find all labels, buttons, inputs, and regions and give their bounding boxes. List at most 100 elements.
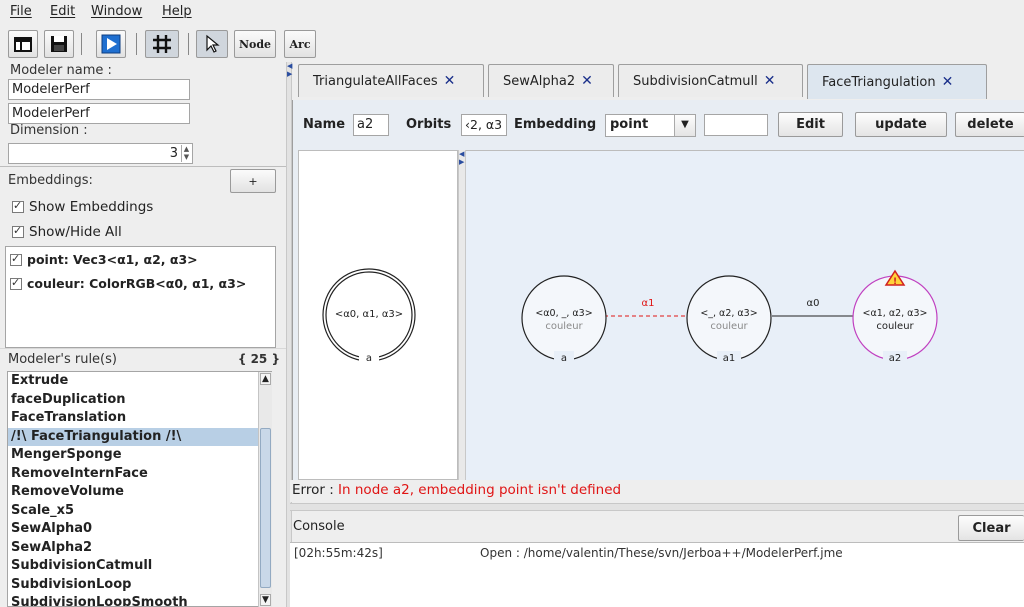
rules-list: Extrude faceDuplication FaceTranslation … — [7, 371, 272, 607]
close-icon[interactable]: ✕ — [444, 73, 456, 89]
add-embedding-button[interactable]: + — [230, 169, 276, 193]
spinner-arrows-icon[interactable]: ▲ ▼ — [181, 145, 191, 162]
edit-button[interactable]: Edit — [778, 112, 843, 137]
console-message: Open : /home/valentin/These/svn/Jerboa++… — [480, 546, 843, 560]
dimension-value: 3 — [169, 146, 178, 161]
rule-item[interactable]: SubdivisionCatmull — [8, 557, 260, 576]
tab-triangulateallfaces[interactable]: TriangulateAllFaces ✕ — [298, 64, 484, 97]
orbits-input[interactable]: ‹2, α3 — [461, 114, 507, 136]
rule-item-selected[interactable]: /!\ FaceTriangulation /!\ — [8, 427, 260, 446]
grid-toggle-button[interactable] — [145, 30, 179, 58]
menu-window[interactable]: Window — [91, 4, 142, 19]
new-window-button[interactable] — [8, 30, 38, 58]
scroll-thumb[interactable] — [260, 428, 271, 588]
left-panel: Modeler name : ModelerPerf ModelerPerf D… — [0, 62, 286, 607]
tab-sewalpha2[interactable]: SewAlpha2 ✕ — [488, 64, 614, 97]
node-orbit-label: <_, α2, α3> — [700, 308, 757, 319]
dimension-spinner[interactable]: 3 ▲ ▼ — [8, 143, 193, 164]
graph-node-a2[interactable]: <α1, α2, α3> couleur a2 ! — [852, 269, 938, 365]
embedding-expression-input[interactable] — [704, 114, 768, 136]
tab-subdivisioncatmull[interactable]: SubdivisionCatmull ✕ — [618, 64, 803, 97]
show-hide-all-checkbox[interactable]: Show/Hide All — [12, 224, 122, 240]
node-name-input[interactable]: a2 — [353, 114, 389, 136]
graph-node-left[interactable]: <α0, α1, α3> a — [322, 268, 416, 364]
embedding-item-point[interactable]: point: Vec3<α1, α2, α3> — [10, 252, 198, 267]
embedding-select[interactable]: point ▼ — [605, 114, 696, 137]
arc-alpha0[interactable]: α0 — [772, 298, 853, 317]
embedding-label: couleur: ColorRGB<α0, α1, α3> — [27, 276, 247, 291]
menu-edit[interactable]: Edit — [50, 4, 75, 19]
scroll-down-icon[interactable]: ▼ — [260, 594, 271, 606]
rule-item[interactable]: SubdivisionLoop — [8, 576, 260, 595]
module-name-input[interactable]: ModelerPerf — [8, 103, 190, 124]
menu-file[interactable]: File — [10, 4, 32, 19]
rule-item[interactable]: Scale_x5 — [8, 502, 260, 521]
close-icon[interactable]: ✕ — [942, 74, 954, 90]
divider — [0, 166, 286, 167]
graph-node-a[interactable]: <α0, _, α3> couleur a — [521, 275, 607, 365]
rule-item[interactable]: MengerSponge — [8, 446, 260, 465]
console-timestamp: [02h:55m:42s] — [294, 546, 383, 560]
node-embedding-label: couleur — [710, 321, 748, 332]
rules-label: Modeler's rule(s) — [8, 352, 117, 367]
close-icon[interactable]: ✕ — [764, 73, 776, 89]
embeddings-label: Embeddings: — [8, 173, 93, 188]
rule-item[interactable]: FaceTranslation — [8, 409, 260, 428]
node-tool-button[interactable]: Node — [234, 30, 276, 58]
rules-scrollbar[interactable]: ▲ ▼ — [258, 372, 272, 607]
delete-button[interactable]: delete — [955, 112, 1024, 137]
graph-node-a1[interactable]: <_, α2, α3> couleur a1 — [686, 275, 772, 365]
collapse-arrows-icon[interactable]: ◀ ▶ — [459, 150, 464, 166]
save-icon — [51, 36, 67, 52]
right-graph-canvas[interactable]: α1 α0 <α0, _, α3> couleur a <_, α2, α3> … — [466, 150, 1024, 480]
scroll-up-icon[interactable]: ▲ — [260, 373, 271, 385]
toolbar: Node Arc — [0, 28, 1024, 60]
toolbar-separator — [136, 33, 137, 55]
console-output: [02h:55m:42s] Open : /home/valentin/Thes… — [290, 542, 1024, 607]
embedding-item-couleur[interactable]: couleur: ColorRGB<α0, α1, α3> — [10, 276, 246, 291]
show-hide-all-label: Show/Hide All — [29, 224, 122, 240]
tab-label: SewAlpha2 — [503, 73, 576, 89]
node-orbit-label: <α0, _, α3> — [535, 308, 592, 319]
update-button[interactable]: update — [855, 112, 947, 137]
error-prefix: Error : — [292, 482, 339, 498]
rule-item[interactable]: Extrude — [8, 372, 260, 391]
toolbar-separator — [188, 33, 189, 55]
rule-item[interactable]: faceDuplication — [8, 391, 260, 410]
pointer-tool-button[interactable] — [196, 30, 228, 58]
arc-label: α1 — [642, 298, 655, 309]
rules-header: Modeler's rule(s) { 25 } — [6, 349, 280, 371]
pointer-icon — [206, 34, 220, 53]
console-splitter[interactable] — [290, 503, 1024, 511]
right-graph: α1 α0 <α0, _, α3> couleur a <_, α2, α3> … — [521, 269, 938, 365]
modeler-name-input[interactable]: ModelerPerf — [8, 79, 190, 100]
rule-item[interactable]: RemoveInternFace — [8, 465, 260, 484]
arc-tool-button[interactable]: Arc — [284, 30, 316, 58]
node-orbit-label: <α0, α1, α3> — [335, 309, 403, 320]
clear-button[interactable]: Clear — [958, 515, 1024, 541]
rule-item[interactable]: RemoveVolume — [8, 483, 260, 502]
show-embeddings-checkbox[interactable]: Show Embeddings — [12, 199, 153, 215]
grid-icon — [153, 35, 171, 53]
menu-bar: File Edit Window Help — [0, 0, 1024, 26]
chevron-down-icon[interactable]: ▼ — [674, 115, 695, 136]
left-graph-canvas[interactable]: <α0, α1, α3> a — [298, 150, 458, 480]
name-label: Name — [303, 117, 346, 132]
tab-facetriangulation[interactable]: FaceTriangulation ✕ — [807, 64, 987, 99]
toolbar-separator — [81, 33, 82, 55]
run-icon — [101, 34, 121, 54]
run-button[interactable] — [96, 30, 126, 58]
save-button[interactable] — [44, 30, 74, 58]
menu-help[interactable]: Help — [162, 4, 192, 19]
embeddings-list: point: Vec3<α1, α2, α3> couleur: ColorRG… — [5, 246, 276, 348]
close-icon[interactable]: ✕ — [581, 73, 593, 89]
tab-label: SubdivisionCatmull — [633, 73, 758, 89]
graph-splitter[interactable]: ◀ ▶ — [458, 150, 466, 480]
rule-item[interactable]: SewAlpha2 — [8, 539, 260, 558]
left-graph: <α0, α1, α3> a — [322, 268, 416, 364]
modeler-name-label: Modeler name : — [10, 63, 112, 78]
rule-item[interactable]: SubdivisionLoopSmooth — [8, 594, 260, 606]
error-message: In node a2, embedding point isn't define… — [338, 482, 622, 498]
tab-label: FaceTriangulation — [822, 74, 936, 90]
rule-item[interactable]: SewAlpha0 — [8, 520, 260, 539]
